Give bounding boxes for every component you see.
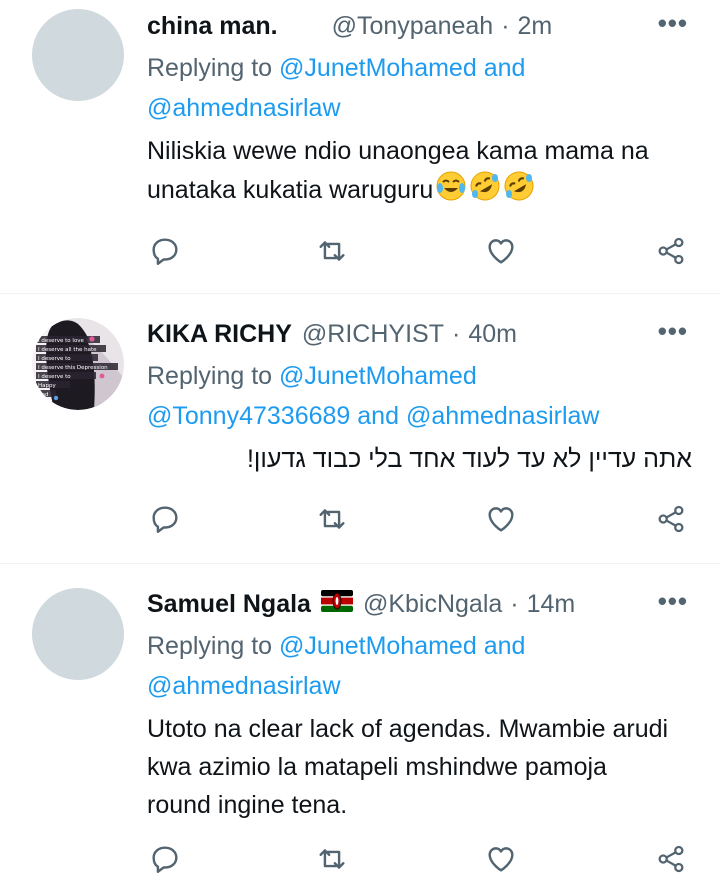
- retweet-icon[interactable]: [315, 234, 349, 268]
- replying-prefix: Replying to: [147, 362, 273, 390]
- display-name[interactable]: Samuel Ngala: [147, 590, 311, 619]
- avatar-text-line: Happy: [38, 383, 56, 389]
- kenya-flag-icon: [320, 589, 353, 619]
- user-handle[interactable]: @KbicNgala: [363, 590, 502, 619]
- tweet[interactable]: I deserve to love I deserve all the hate…: [0, 294, 720, 564]
- tweet-header: Samuel Ngala @KbicNgala · 14m: [147, 584, 696, 624]
- timestamp[interactable]: 14m: [527, 590, 576, 619]
- more-options-icon[interactable]: •••: [658, 586, 688, 617]
- avatar-text-line: I deserve all the hate: [38, 347, 97, 353]
- tweet-text: Utoto na clear lack of agendas. Mwambie …: [147, 715, 669, 819]
- mention-link[interactable]: @ahmednasirlaw: [147, 672, 341, 700]
- avatar[interactable]: [32, 9, 124, 101]
- mention-connector[interactable]: and: [484, 632, 526, 660]
- rolling-on-floor-laughing-icon: [503, 170, 535, 213]
- retweet-icon[interactable]: [315, 842, 349, 876]
- share-icon[interactable]: [654, 234, 688, 268]
- tweet[interactable]: china man. @Tonypaneah · 2m ••• Replying…: [0, 0, 720, 294]
- like-icon[interactable]: [484, 234, 518, 268]
- mention-link[interactable]: @JunetMohamed: [279, 54, 477, 82]
- reply-icon[interactable]: [148, 234, 182, 268]
- avatar[interactable]: I deserve to love I deserve all the hate…: [32, 318, 124, 410]
- tweet[interactable]: Samuel Ngala @KbicNgala · 14m ••• Replyi…: [0, 564, 720, 896]
- reply-icon[interactable]: [148, 842, 182, 876]
- share-icon[interactable]: [654, 502, 688, 536]
- mention-connector[interactable]: and: [357, 402, 399, 430]
- mention-connector[interactable]: and: [484, 54, 526, 82]
- avatar-text-line: I deserve to: [38, 356, 71, 362]
- timestamp[interactable]: 40m: [468, 320, 517, 349]
- timestamp[interactable]: 2m: [518, 12, 553, 41]
- tweet-text-content: Niliskia wewe ndio unaongea kama mama na…: [147, 137, 649, 204]
- tweet-actions: [148, 502, 690, 536]
- tweet-content: Samuel Ngala @KbicNgala · 14m ••• Replyi…: [147, 584, 696, 824]
- more-options-icon[interactable]: •••: [658, 316, 688, 347]
- tweet-header: china man. @Tonypaneah · 2m: [147, 6, 696, 46]
- face-with-tears-of-joy-icon: [435, 170, 467, 213]
- reply-icon[interactable]: [148, 502, 182, 536]
- tweet-content: KIKA RICHY @RICHYIST · 40m ••• Replying …: [147, 314, 696, 478]
- more-options-icon[interactable]: •••: [658, 8, 688, 39]
- user-handle[interactable]: @Tonypaneah: [332, 12, 494, 41]
- mention-link[interactable]: @Tonny47336689: [147, 402, 350, 430]
- tweet-text: אתה עדיין לא עד לעוד אחד בלי כבוד גדעון!: [246, 445, 692, 473]
- tweet-header: KIKA RICHY @RICHYIST · 40m: [147, 314, 696, 354]
- replying-to: Replying to @JunetMohamed @Tonny47336689…: [147, 356, 696, 436]
- mention-link[interactable]: @JunetMohamed: [279, 632, 477, 660]
- avatar-text-line: End: [38, 392, 48, 398]
- user-handle[interactable]: @RICHYIST: [302, 320, 444, 349]
- tweet-actions: [148, 842, 690, 876]
- replying-to: Replying to @JunetMohamed and @ahmednasi…: [147, 626, 696, 706]
- display-name[interactable]: china man.: [147, 12, 278, 41]
- replying-prefix: Replying to: [147, 632, 273, 660]
- retweet-icon[interactable]: [315, 502, 349, 536]
- replying-to: Replying to @JunetMohamed and @ahmednasi…: [147, 48, 696, 128]
- tweet-actions: [148, 234, 690, 268]
- mention-link[interactable]: @JunetMohamed: [279, 362, 477, 390]
- separator-dot: ·: [501, 11, 510, 40]
- like-icon[interactable]: [484, 502, 518, 536]
- like-icon[interactable]: [484, 842, 518, 876]
- avatar-text-line: I deserve this Depression: [38, 365, 108, 371]
- replying-prefix: Replying to: [147, 54, 273, 82]
- avatar-text-line: I deserve to love: [38, 338, 85, 344]
- tweet-text: Niliskia wewe ndio unaongea kama mama na…: [147, 132, 696, 213]
- mention-link[interactable]: @ahmednasirlaw: [147, 94, 341, 122]
- separator-dot: ·: [510, 589, 519, 618]
- mention-link[interactable]: @ahmednasirlaw: [406, 402, 600, 430]
- avatar-text-line: I deserve to: [38, 374, 71, 380]
- tweet-content: china man. @Tonypaneah · 2m ••• Replying…: [147, 6, 696, 213]
- avatar[interactable]: [32, 588, 124, 680]
- display-name[interactable]: KIKA RICHY: [147, 320, 292, 349]
- rolling-on-floor-laughing-icon: [469, 170, 501, 213]
- share-icon[interactable]: [654, 842, 688, 876]
- separator-dot: ·: [451, 319, 461, 348]
